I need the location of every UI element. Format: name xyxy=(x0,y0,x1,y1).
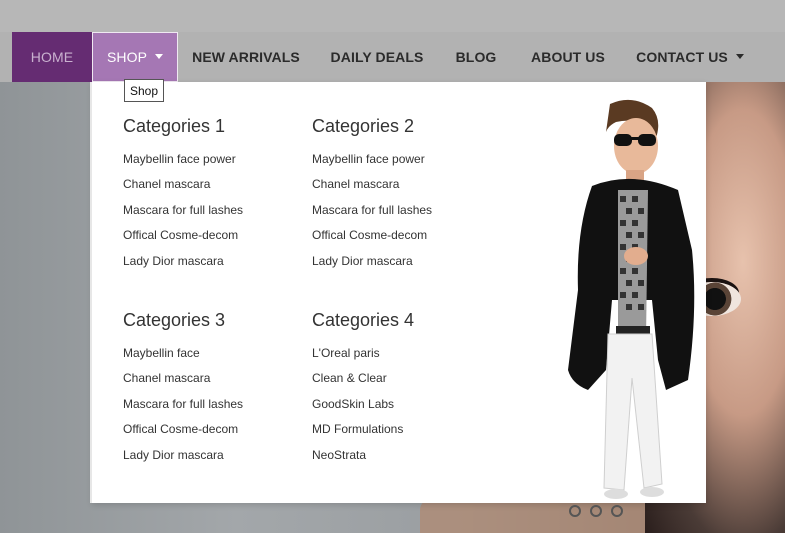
category-link[interactable]: Mascara for full lashes xyxy=(123,197,243,223)
category-link[interactable]: Lady Dior mascara xyxy=(123,442,243,468)
category-title: Categories 3 xyxy=(123,309,226,330)
nav-shop-label: SHOP xyxy=(106,49,148,65)
category-link[interactable]: Maybellin face power xyxy=(123,146,243,172)
caret-down-icon xyxy=(155,53,164,59)
carousel-dot[interactable] xyxy=(569,505,581,517)
nav-blog-label: BLOG xyxy=(455,49,497,65)
category-column-3: Categories 3 Maybellin face Chanel masca… xyxy=(123,308,243,468)
carousel-dot[interactable] xyxy=(611,505,623,517)
nav-about-us-label: ABOUT US xyxy=(531,49,605,65)
carousel-dot[interactable] xyxy=(590,505,602,517)
shop-mega-menu: Categories 1 Maybellin face power Chanel… xyxy=(92,82,706,503)
category-column-1: Categories 1 Maybellin face power Chanel… xyxy=(123,114,243,274)
top-bar xyxy=(0,0,785,32)
category-link[interactable]: Mascara for full lashes xyxy=(312,197,432,223)
model-image xyxy=(568,99,695,499)
nav-shop[interactable]: SHOP xyxy=(92,32,178,82)
nav-new-arrivals[interactable]: NEW ARRIVALS xyxy=(187,32,305,82)
category-link[interactable]: L'Oreal paris xyxy=(312,340,414,366)
category-link[interactable]: Mascara for full lashes xyxy=(123,391,243,417)
category-column-2: Categories 2 Maybellin face power Chanel… xyxy=(312,114,432,274)
category-link[interactable]: Chanel mascara xyxy=(312,172,432,198)
nav-blog[interactable]: BLOG xyxy=(449,32,503,82)
main-navbar: HOME SHOP NEW ARRIVALS DAILY DEALS BLOG … xyxy=(0,32,785,82)
nav-new-arrivals-label: NEW ARRIVALS xyxy=(192,49,300,65)
nav-home[interactable]: HOME xyxy=(12,32,92,82)
category-link[interactable]: Maybellin face xyxy=(123,340,243,366)
nav-daily-deals-label: DAILY DEALS xyxy=(330,49,424,65)
carousel-indicators xyxy=(569,505,623,517)
category-link[interactable]: Clean & Clear xyxy=(312,366,414,392)
category-title: Categories 1 xyxy=(123,115,226,136)
category-link[interactable]: Lady Dior mascara xyxy=(312,248,432,274)
category-column-4: Categories 4 L'Oreal paris Clean & Clear… xyxy=(312,308,414,468)
category-title: Categories 4 xyxy=(312,309,415,330)
category-link[interactable]: Offical Cosme-decom xyxy=(123,223,243,249)
nav-about-us[interactable]: ABOUT US xyxy=(525,32,611,82)
nav-daily-deals[interactable]: DAILY DEALS xyxy=(326,32,428,82)
caret-down-icon xyxy=(735,53,744,59)
category-link[interactable]: Maybellin face power xyxy=(312,146,432,172)
category-link[interactable]: Chanel mascara xyxy=(123,172,243,198)
nav-contact-us[interactable]: CONTACT US xyxy=(631,32,749,82)
category-link[interactable]: Lady Dior mascara xyxy=(123,248,243,274)
category-link[interactable]: Chanel mascara xyxy=(123,366,243,392)
category-link[interactable]: Offical Cosme-decom xyxy=(312,223,432,249)
category-link[interactable]: GoodSkin Labs xyxy=(312,391,414,417)
shop-tooltip: Shop xyxy=(124,79,165,102)
category-title: Categories 2 xyxy=(312,115,415,136)
category-link[interactable]: MD Formulations xyxy=(312,417,414,443)
nav-home-label: HOME xyxy=(30,49,74,65)
nav-contact-us-label: CONTACT US xyxy=(636,49,728,65)
category-link[interactable]: NeoStrata xyxy=(312,442,414,468)
category-link[interactable]: Offical Cosme-decom xyxy=(123,417,243,443)
